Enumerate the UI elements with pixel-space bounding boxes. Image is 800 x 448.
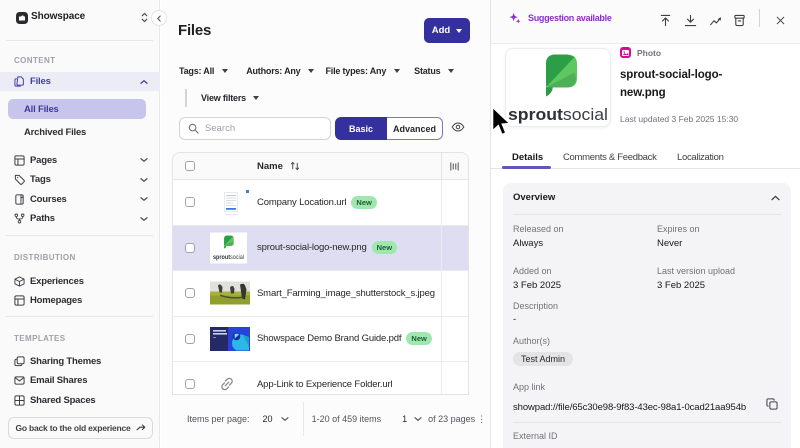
svg-text:sproutsocial: sproutsocial <box>508 105 608 124</box>
svg-text:sproutsocial: sproutsocial <box>213 255 244 261</box>
